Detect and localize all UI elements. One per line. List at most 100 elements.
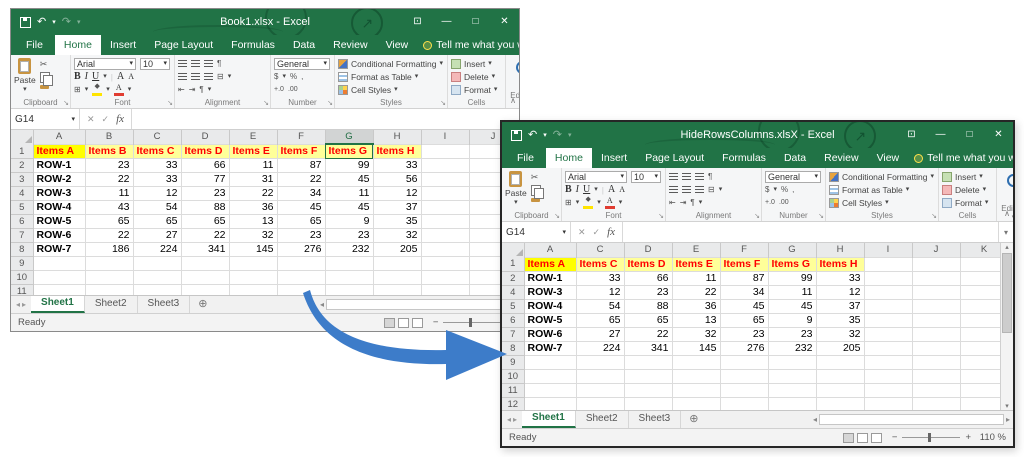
- sheet-tab-sheet1[interactable]: Sheet1: [522, 411, 576, 428]
- cell-H2[interactable]: 33: [816, 271, 864, 285]
- cell-I1[interactable]: [864, 257, 912, 271]
- row-header-7[interactable]: 7: [11, 229, 33, 243]
- cell-D8[interactable]: 341: [181, 243, 229, 257]
- cell-styles-button[interactable]: Cell Styles ▾: [338, 83, 444, 96]
- cell-I6[interactable]: [864, 313, 912, 327]
- cell-A4[interactable]: ROW-3: [524, 285, 576, 299]
- cell-A6[interactable]: ROW-5: [33, 215, 85, 229]
- merge-center-icon[interactable]: ⊟: [217, 72, 224, 81]
- borders-dropdown-icon[interactable]: ▾: [85, 86, 89, 93]
- maximize-icon[interactable]: □: [955, 122, 984, 148]
- cell-E8[interactable]: 145: [672, 341, 720, 355]
- align-bottom-icon[interactable]: [204, 60, 213, 67]
- name-box[interactable]: G14 ▾: [502, 222, 571, 242]
- row-header-4[interactable]: 4: [11, 187, 33, 201]
- cell-H12[interactable]: [816, 397, 864, 410]
- decrease-indent-icon[interactable]: ⇤: [669, 198, 676, 207]
- cell-G8[interactable]: 232: [325, 243, 373, 257]
- cell-K5[interactable]: [960, 299, 1000, 313]
- grow-font-button[interactable]: A: [117, 71, 124, 82]
- comma-style-icon[interactable]: ,: [301, 72, 303, 81]
- cut-icon[interactable]: ✂: [40, 59, 50, 70]
- cell-H5[interactable]: 37: [816, 299, 864, 313]
- cell-F4[interactable]: 34: [720, 285, 768, 299]
- row-header-6[interactable]: 6: [502, 313, 524, 327]
- cell-J8[interactable]: [912, 341, 960, 355]
- cell-D7[interactable]: 22: [624, 327, 672, 341]
- cell-F3[interactable]: 22: [277, 173, 325, 187]
- cell-K12[interactable]: [960, 397, 1000, 410]
- cell-A5[interactable]: ROW-4: [33, 201, 85, 215]
- cell-F9[interactable]: [277, 257, 325, 271]
- insert-cells-button[interactable]: Insert ▾: [942, 170, 993, 183]
- cell-G5[interactable]: 45: [325, 201, 373, 215]
- cell-I5[interactable]: [421, 201, 469, 215]
- cell-F8[interactable]: 276: [720, 341, 768, 355]
- name-box[interactable]: G14 ▾: [11, 109, 80, 129]
- cell-A3[interactable]: ROW-2: [33, 173, 85, 187]
- cell-I9[interactable]: [864, 355, 912, 369]
- cell-D4[interactable]: 23: [181, 187, 229, 201]
- collapse-ribbon-icon[interactable]: ∧: [1004, 209, 1010, 218]
- align-center-icon[interactable]: [682, 186, 691, 193]
- column-header-E[interactable]: E: [672, 243, 720, 257]
- cell-I10[interactable]: [864, 369, 912, 383]
- cell-E2[interactable]: 11: [672, 271, 720, 285]
- cell-C4[interactable]: 12: [576, 285, 624, 299]
- align-top-icon[interactable]: [178, 60, 187, 67]
- number-format-combo[interactable]: General ▾: [274, 58, 330, 70]
- dialog-launcher-icon[interactable]: ↘: [754, 213, 760, 220]
- font-name-combo[interactable]: Arial ▾: [74, 58, 136, 70]
- cell-D9[interactable]: [624, 355, 672, 369]
- cell-C7[interactable]: 27: [576, 327, 624, 341]
- decrease-decimal-icon[interactable]: .00: [288, 86, 298, 93]
- cell-K10[interactable]: [960, 369, 1000, 383]
- cell-I10[interactable]: [421, 271, 469, 285]
- cell-H10[interactable]: [816, 369, 864, 383]
- cell-C1[interactable]: Items C: [133, 144, 181, 159]
- cell-F10[interactable]: [277, 271, 325, 285]
- align-left-icon[interactable]: [669, 186, 678, 193]
- sheet-tab-sheet2[interactable]: Sheet2: [576, 411, 629, 428]
- dialog-launcher-icon[interactable]: ↘: [554, 213, 560, 220]
- dialog-launcher-icon[interactable]: ↘: [167, 100, 173, 107]
- row-header-1[interactable]: 1: [502, 257, 524, 271]
- row-header-9[interactable]: 9: [11, 257, 33, 271]
- cell-G5[interactable]: 45: [768, 299, 816, 313]
- cell-D11[interactable]: [624, 383, 672, 397]
- cell-C8[interactable]: 224: [576, 341, 624, 355]
- cell-B2[interactable]: 23: [85, 159, 133, 173]
- font-name-combo[interactable]: Arial ▾: [565, 171, 627, 183]
- cell-D10[interactable]: [181, 271, 229, 285]
- font-color-icon[interactable]: A: [114, 84, 124, 96]
- sheet-tab-sheet3[interactable]: Sheet3: [629, 411, 682, 428]
- normal-view-icon[interactable]: [843, 433, 854, 443]
- cell-J7[interactable]: [912, 327, 960, 341]
- ribbon-display-options-icon[interactable]: ⊡: [403, 9, 432, 35]
- ribbon-tab-home[interactable]: Home: [55, 35, 101, 55]
- enter-icon[interactable]: ✓: [593, 227, 601, 238]
- cell-F11[interactable]: [720, 383, 768, 397]
- align-middle-icon[interactable]: [682, 173, 691, 180]
- column-header-A[interactable]: A: [524, 243, 576, 257]
- cell-I1[interactable]: [421, 144, 469, 159]
- column-header-I[interactable]: I: [421, 130, 469, 144]
- redo-icon[interactable]: ↷: [553, 130, 562, 141]
- cell-B4[interactable]: 11: [85, 187, 133, 201]
- cell-F7[interactable]: 23: [720, 327, 768, 341]
- scrollbar-track[interactable]: [326, 299, 516, 310]
- page-break-view-icon[interactable]: [871, 433, 882, 443]
- column-header-G[interactable]: G: [325, 130, 373, 144]
- scroll-down-icon[interactable]: ▾: [1005, 402, 1009, 410]
- row-header-5[interactable]: 5: [502, 299, 524, 313]
- select-all-corner[interactable]: [11, 130, 33, 144]
- cell-G3[interactable]: 45: [325, 173, 373, 187]
- scroll-left-icon[interactable]: ◂: [813, 415, 817, 424]
- cell-I11[interactable]: [864, 383, 912, 397]
- cell-G2[interactable]: 99: [768, 271, 816, 285]
- cell-F11[interactable]: [277, 285, 325, 296]
- cell-E8[interactable]: 145: [229, 243, 277, 257]
- scrollbar-thumb[interactable]: [1002, 253, 1012, 333]
- cell-F6[interactable]: 65: [720, 313, 768, 327]
- number-format-combo[interactable]: General ▾: [765, 171, 821, 183]
